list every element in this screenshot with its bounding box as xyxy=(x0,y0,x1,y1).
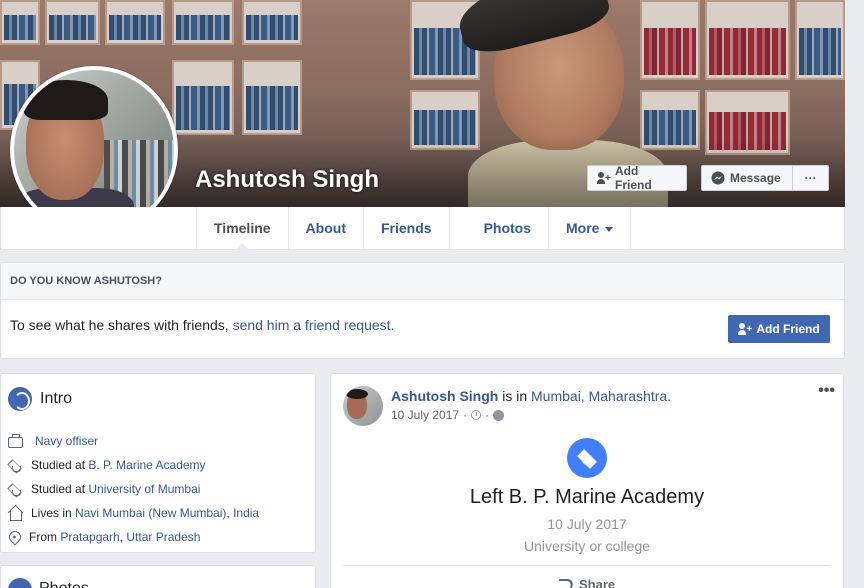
post-action-text: is in xyxy=(498,388,532,404)
location-pin-icon xyxy=(6,528,24,546)
more-options-button[interactable]: ··· xyxy=(792,165,829,191)
share-icon xyxy=(554,578,576,588)
cover-bookshelf xyxy=(705,0,790,80)
post-divider xyxy=(343,565,831,566)
life-event-subtitle: University or college xyxy=(523,538,651,554)
add-friend-icon: + xyxy=(738,322,752,336)
message-label: Message xyxy=(730,171,781,185)
post-author-avatar[interactable] xyxy=(343,386,383,426)
intro-item-education: Studied at University of Mumbai xyxy=(8,477,259,501)
intro-item-lives-in: Lives in Navi Mumbai (New Mumbai), India xyxy=(8,501,259,525)
photos-card: Photos xyxy=(0,565,316,588)
send-friend-request-link[interactable]: send him a friend request. xyxy=(233,317,395,333)
cover-bookshelf xyxy=(795,0,845,80)
intro-link-country[interactable]: India xyxy=(233,506,259,520)
intro-item-education: Studied at B. P. Marine Academy xyxy=(8,453,259,477)
globe-icon xyxy=(8,387,32,411)
meta-separator: · xyxy=(463,408,468,422)
do-you-know-prefix: To see what he shares with friends, xyxy=(10,317,233,333)
share-label: Share xyxy=(579,577,616,588)
add-friend-primary-button[interactable]: + Add Friend xyxy=(728,315,830,343)
intro-item-text: Studied at University of Mumbai xyxy=(31,482,201,496)
tab-about[interactable]: About xyxy=(287,207,363,249)
cover-bookshelf xyxy=(242,0,302,45)
post-meta: 10 July 2017 · · xyxy=(391,408,505,422)
briefcase-icon xyxy=(8,434,23,448)
profile-name[interactable]: Ashutosh Singh xyxy=(195,166,379,194)
tab-timeline-label: Timeline xyxy=(214,220,271,236)
profile-nav: Timeline About Friends Photos More xyxy=(0,207,845,250)
intro-list: Navy offiser Studied at B. P. Marine Aca… xyxy=(6,429,259,549)
tab-friends-label: Friends xyxy=(380,220,432,236)
photos-title[interactable]: Photos xyxy=(39,580,89,588)
add-friend-button[interactable]: + Add Friend xyxy=(587,164,687,192)
tab-more[interactable]: More xyxy=(548,207,632,249)
photos-icon xyxy=(8,578,32,588)
intro-link-university[interactable]: University of Mumbai xyxy=(88,482,200,496)
home-icon xyxy=(8,506,23,521)
cover-bookshelf xyxy=(242,60,302,135)
cover-bookshelf xyxy=(0,0,40,45)
more-options-label: ··· xyxy=(804,171,817,185)
messenger-icon xyxy=(711,171,725,185)
intro-header: Intro xyxy=(8,387,72,411)
intro-item-text: From Pratapgarh, Uttar Pradesh xyxy=(29,530,201,544)
meta-separator: · xyxy=(485,408,490,422)
intro-item-work: Navy offiser xyxy=(8,429,259,453)
intro-link-city[interactable]: Navi Mumbai (New Mumbai) xyxy=(75,506,226,520)
cover-bookshelf xyxy=(105,0,165,45)
intro-item-text: Navy offiser xyxy=(31,434,98,448)
tab-timeline[interactable]: Timeline xyxy=(196,207,288,250)
post-options-button[interactable]: ••• xyxy=(818,382,835,400)
timeline-post: Ashutosh Singh is in Mumbai, Maharashtra… xyxy=(330,373,844,588)
intro-link-hometown[interactable]: Pratapgarh xyxy=(60,530,119,544)
post-place-link[interactable]: Mumbai, Maharashtra. xyxy=(531,388,671,404)
do-you-know-text: To see what he shares with friends, send… xyxy=(10,317,394,333)
intro-link-state[interactable]: Uttar Pradesh xyxy=(126,530,200,544)
add-friend-icon: + xyxy=(597,171,611,185)
tab-more-label: More xyxy=(566,220,600,236)
profile-tabs: Timeline About Friends Photos More xyxy=(196,207,632,250)
intro-item-text: Studied at B. P. Marine Academy xyxy=(31,458,206,472)
intro-item-from: From Pratapgarh, Uttar Pradesh xyxy=(6,525,259,549)
intro-title: Intro xyxy=(40,390,73,407)
intro-item-text: Lives in Navi Mumbai (New Mumbai), India xyxy=(31,506,260,520)
tab-friends[interactable]: Friends xyxy=(362,207,449,249)
graduation-cap-icon xyxy=(567,438,607,478)
tab-about-label: About xyxy=(305,220,346,236)
tab-photos[interactable]: Photos xyxy=(448,207,548,249)
post-header: Ashutosh Singh is in Mumbai, Maharashtra… xyxy=(391,388,671,404)
clock-icon xyxy=(471,410,482,420)
message-button[interactable]: Message xyxy=(701,165,793,191)
life-event-title[interactable]: Left B. P. Marine Academy xyxy=(331,486,843,509)
add-friend-label: Add Friend xyxy=(615,164,652,192)
do-you-know-heading: DO YOU KNOW ASHUTOSH? xyxy=(1,263,844,300)
post-date-link[interactable]: 10 July 2017 xyxy=(391,408,459,422)
intro-card: Intro Navy offiser Studied at B. P. Mari… xyxy=(0,373,316,553)
cover-bookshelf xyxy=(172,60,234,135)
cover-bookshelf xyxy=(172,0,234,45)
post-author-link[interactable]: Ashutosh Singh xyxy=(391,388,498,404)
tab-photos-label: Photos xyxy=(483,220,532,236)
chevron-down-icon xyxy=(605,226,614,232)
life-event-date: 10 July 2017 xyxy=(547,516,627,532)
do-you-know-card: DO YOU KNOW ASHUTOSH? To see what he sha… xyxy=(0,262,845,359)
share-button[interactable]: Share xyxy=(554,577,616,588)
intro-link-school[interactable]: B. P. Marine Academy xyxy=(88,458,205,472)
cover-bookshelf xyxy=(45,0,100,45)
public-audience-icon[interactable] xyxy=(493,409,505,421)
graduation-cap-icon xyxy=(8,458,23,473)
intro-link-work[interactable]: Navy offiser xyxy=(35,434,98,448)
graduation-cap-icon xyxy=(8,482,23,497)
add-friend-primary-label: Add Friend xyxy=(756,322,820,336)
